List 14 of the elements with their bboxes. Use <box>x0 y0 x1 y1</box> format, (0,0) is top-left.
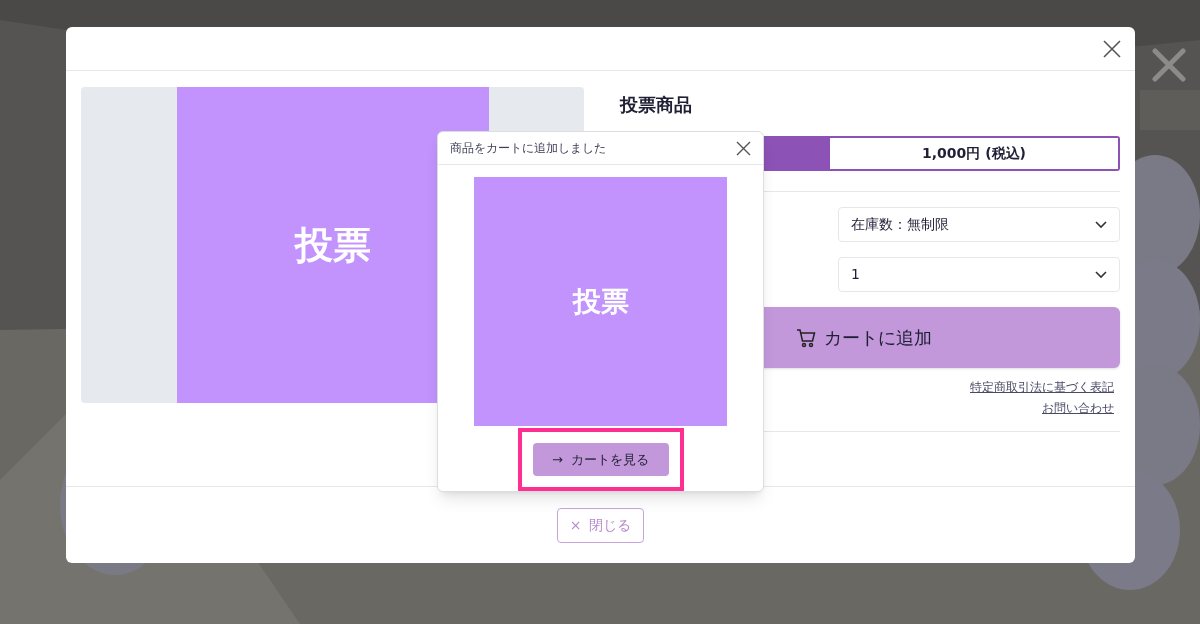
popup-title: 商品をカートに追加しました <box>450 140 606 158</box>
product-title: 投票商品 <box>620 93 693 117</box>
close-icon[interactable] <box>736 140 751 156</box>
close-icon[interactable] <box>1103 39 1121 58</box>
image-text: 投票 <box>294 221 371 269</box>
footer-link[interactable]: 特定商取引法に基づく表記 <box>970 378 1114 396</box>
quantity-select[interactable]: 1 <box>838 257 1120 292</box>
footer-link[interactable]: お問い合わせ <box>1042 399 1114 417</box>
price-text: 1,000円 (税込) <box>830 138 1118 169</box>
view-cart-button[interactable]: → カートを見る <box>532 443 669 476</box>
chevron-down-icon <box>1095 220 1107 229</box>
chevron-down-icon <box>1095 270 1107 279</box>
cart-icon <box>796 327 816 348</box>
stock-select[interactable]: 在庫数：無制限 <box>838 207 1120 242</box>
